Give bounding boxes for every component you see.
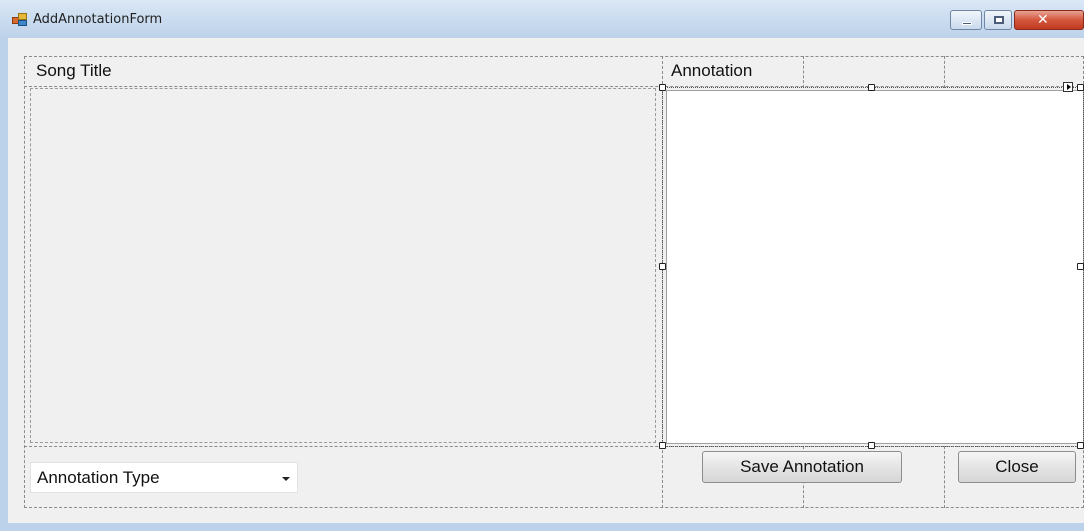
app-icon (12, 13, 27, 26)
maximize-button[interactable] (984, 10, 1012, 30)
resize-handle[interactable] (868, 84, 875, 91)
resize-handle[interactable] (868, 442, 875, 449)
resize-handle[interactable] (659, 442, 666, 449)
close-window-button[interactable]: ✕ (1014, 10, 1084, 30)
panel-column-divider (944, 56, 945, 88)
form-window: AddAnnotationForm ✕ Song Title Annotatio… (0, 0, 1084, 531)
title-bar[interactable]: AddAnnotationForm ✕ (0, 0, 1084, 38)
smart-tag-icon[interactable] (1063, 82, 1073, 92)
panel-column-divider (944, 446, 945, 508)
resize-handle[interactable] (1077, 263, 1084, 270)
window-bottom-border (0, 523, 1084, 531)
song-title-list[interactable] (30, 88, 656, 443)
close-button[interactable]: Close (958, 451, 1076, 483)
chevron-down-icon[interactable] (282, 477, 290, 481)
annotation-type-dropdown[interactable]: Annotation Type (30, 462, 298, 493)
maximize-icon (994, 16, 1004, 24)
song-title-label: Song Title (36, 61, 112, 80)
resize-handle[interactable] (659, 84, 666, 91)
annotation-type-value: Annotation Type (37, 468, 160, 487)
panel-column-divider (803, 56, 804, 88)
minimize-button[interactable] (950, 10, 982, 30)
annotation-label: Annotation (671, 61, 753, 80)
minimize-icon (962, 22, 972, 25)
selection-outline (662, 87, 1084, 447)
resize-handle[interactable] (659, 263, 666, 270)
close-icon: ✕ (1037, 12, 1049, 28)
resize-handle[interactable] (1077, 442, 1084, 449)
save-annotation-button[interactable]: Save Annotation (702, 451, 902, 483)
resize-handle[interactable] (1077, 84, 1084, 91)
window-title: AddAnnotationForm (33, 12, 163, 27)
